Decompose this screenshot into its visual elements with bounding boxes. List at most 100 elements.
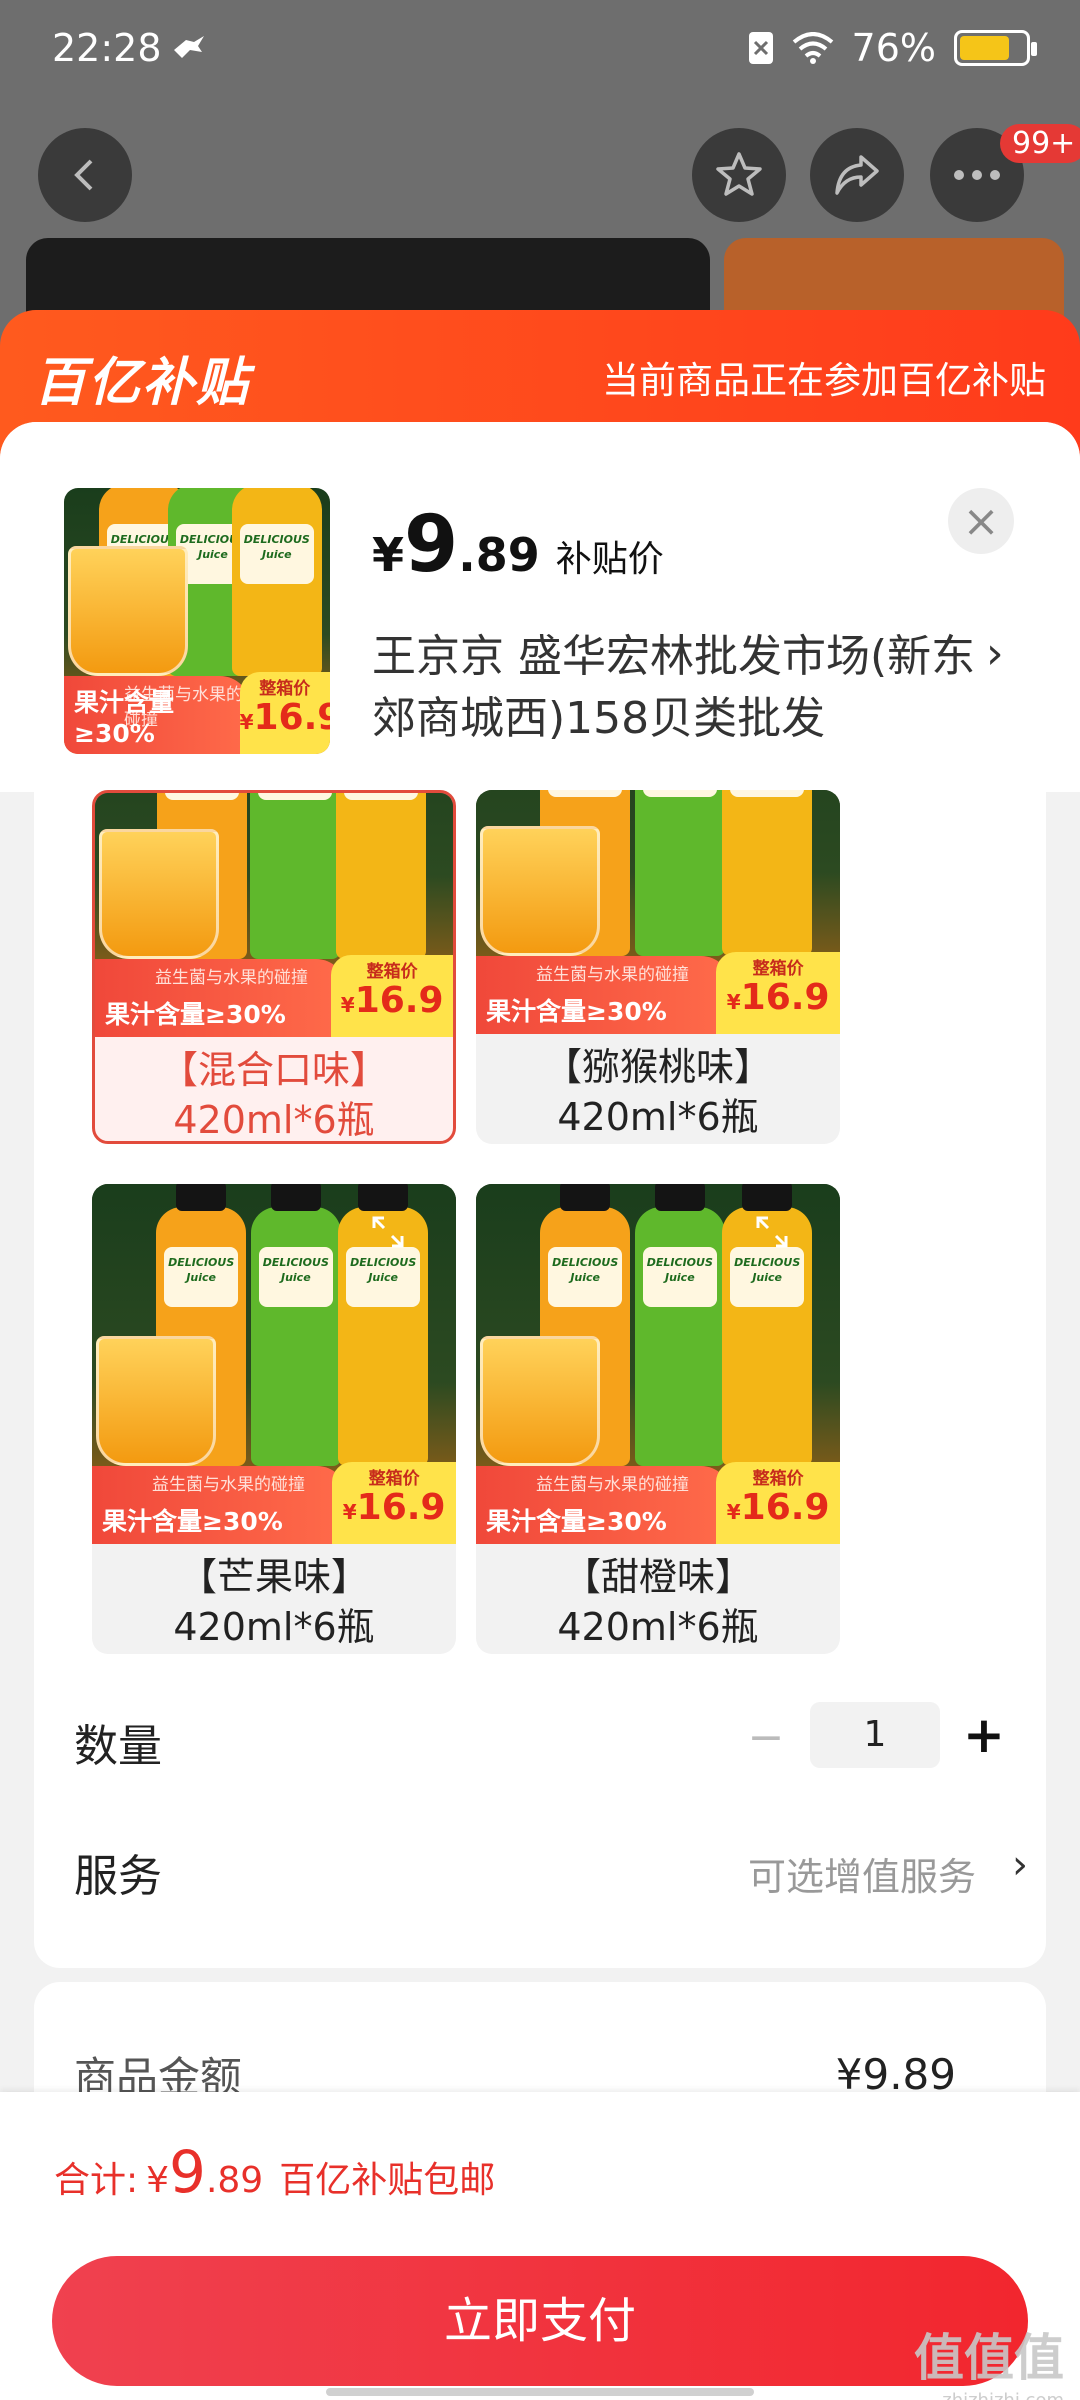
variant-option-mango[interactable]: DELICIOUS Juice DELICIOUS Juice DELICIOUS … <box>92 1184 456 1654</box>
promo-juice-content: 益生菌与水果的碰撞 果汁含量≥30% <box>92 1466 347 1544</box>
chevron-right-icon[interactable]: › <box>986 628 1004 679</box>
message-badge: 99+ <box>1000 124 1080 163</box>
variant-name: 【猕猴桃味】 <box>543 1045 772 1089</box>
subsidy-price: ¥ 9 .89 补贴价 <box>372 500 664 590</box>
selected-product-thumbnail: DELICIOUS JuiceDELICIOUS JuiceDELICIOUS … <box>64 488 330 754</box>
bottle-label: DELICIOUS Juice <box>346 1246 421 1307</box>
variant-name: 【混合口味】 <box>159 1048 388 1092</box>
promo-tagline: 益生菌与水果的碰撞 <box>152 1475 305 1495</box>
bottle-label: DELICIOUS Juice <box>548 790 623 797</box>
juice-glass <box>99 829 219 959</box>
promo-box-label: 整箱价 <box>752 1469 804 1489</box>
promo-box-label: 整箱价 <box>259 679 311 699</box>
bottle-label: DELICIOUS Juice <box>730 790 805 797</box>
bottle-label: DELICIOUS Juice <box>239 524 314 585</box>
service-label: 服务 <box>74 1851 162 1902</box>
quantity-decrease-button[interactable]: − <box>746 1712 786 1763</box>
variant-image: DELICIOUS Juice DELICIOUS Juice DELICIOUS … <box>476 790 840 1034</box>
price-currency: ¥ <box>372 528 405 582</box>
promo-tagline: 益生菌与水果的碰撞 <box>155 968 308 988</box>
juice-bottle: DELICIOUS Juice <box>634 790 725 956</box>
quantity-increase-button[interactable]: + <box>962 1702 1006 1768</box>
juice-product-illustration: DELICIOUS JuiceDELICIOUS JuiceDELICIOUS … <box>95 793 453 1037</box>
status-bar: 22:28 76% <box>0 0 1080 100</box>
variant-image: DELICIOUS JuiceDELICIOUS JuiceDELICIOUS … <box>95 793 453 1037</box>
bottle-label: DELICIOUS Juice <box>344 793 419 800</box>
promo-box-price: 整箱价 ¥16.9 <box>239 672 330 754</box>
bottle-cap <box>358 1184 409 1211</box>
bottle-label: DELICIOUS Juice <box>730 1246 805 1307</box>
juice-bottle: DELICIOUS Juice <box>336 793 427 959</box>
quantity-label: 数量 <box>74 1721 162 1772</box>
promo-juice-content: 益生菌与水果的碰撞 果汁含量≥30% <box>95 959 346 1037</box>
promo-main-text: 果汁含量≥30% <box>74 688 175 748</box>
promo-box-price: 整箱价 ¥16.9 <box>716 952 840 1034</box>
promo-box-value: ¥16.9 <box>239 697 330 738</box>
bottle-cap <box>560 1184 611 1211</box>
juice-glass <box>96 1336 216 1466</box>
sheet-header: DELICIOUS JuiceDELICIOUS JuiceDELICIOUS … <box>0 422 1080 792</box>
bottle-cap <box>270 1184 321 1211</box>
notification-bird-icon <box>174 36 204 58</box>
quantity-input[interactable]: 1 <box>810 1702 940 1768</box>
chevron-right-icon[interactable]: › <box>1012 1842 1028 1888</box>
bottle-label: DELICIOUS Juice <box>642 1246 717 1307</box>
service-option[interactable]: 可选增值服务 <box>748 1846 976 1901</box>
watermark-logo: 值值值 <box>914 2329 1064 2387</box>
wifi-icon <box>792 32 833 64</box>
promo-box-value: ¥16.9 <box>726 1487 830 1528</box>
total-decimal: .89 <box>205 2160 264 2201</box>
variant-spec: 420ml*6瓶 <box>557 1605 759 1649</box>
bottle-label: DELICIOUS Juice <box>642 790 717 797</box>
back-button[interactable] <box>38 128 132 222</box>
bottle-cap <box>742 1184 793 1211</box>
variant-name: 【芒果味】 <box>178 1555 369 1599</box>
promo-tagline: 益生菌与水果的碰撞 <box>536 965 689 985</box>
bottle-label: DELICIOUS Juice <box>258 793 333 800</box>
expand-icon[interactable] <box>370 1214 406 1250</box>
juice-glass <box>480 1336 600 1466</box>
watermark: 值值值 zhizhizhi.com <box>914 2318 1064 2400</box>
sim-icon <box>748 32 773 64</box>
status-time: 22:28 <box>52 26 162 70</box>
variant-option-mixed[interactable]: DELICIOUS Juice DELICIOUS Juice DELICIOUS … <box>92 790 456 1144</box>
variant-spec: 420ml*6瓶 <box>173 1605 375 1649</box>
variant-option-kiwi[interactable]: DELICIOUS Juice DELICIOUS Juice DELICIOUS … <box>476 790 840 1144</box>
juice-bottle: DELICIOUS Juice <box>722 790 813 956</box>
promo-strip: 益生菌与水果的碰撞 果汁含量≥30% 整箱价 ¥16.9 <box>92 1462 456 1544</box>
total-price: 合计: ¥ 9 .89 百亿补贴包邮 <box>54 2138 495 2206</box>
juice-product-illustration: DELICIOUS JuiceDELICIOUS JuiceDELICIOUS … <box>64 488 330 754</box>
share-icon <box>835 155 879 195</box>
seller-info[interactable]: 王京京 盛华宏林批发市场(新东郊商城西)158贝类批发 <box>372 626 982 750</box>
pay-now-button[interactable]: 立即支付 <box>52 2256 1028 2386</box>
juice-product-illustration: DELICIOUS Juice DELICIOUS Juice DELICIOUS … <box>476 790 840 1034</box>
total-note: 百亿补贴包邮 <box>279 2160 496 2201</box>
bottle-cap <box>176 1184 227 1211</box>
chevron-left-icon <box>74 159 93 191</box>
home-indicator[interactable] <box>326 2388 754 2396</box>
bottle-label: DELICIOUS Juice <box>258 1246 333 1307</box>
promo-strip: 益生菌与水果的碰撞果汁含量≥30% 整箱价 ¥16.9 <box>476 952 840 1034</box>
promo-box-price: 整箱价 ¥16.9 <box>716 1462 840 1544</box>
juice-glass <box>68 546 188 676</box>
expand-icon[interactable] <box>754 1214 790 1250</box>
promo-box-price: 整箱价 ¥16.9 <box>331 955 453 1037</box>
juice-bottle: DELICIOUS Juice <box>250 1184 341 1466</box>
promo-tagline: 益生菌与水果的碰撞 <box>536 1475 689 1495</box>
watermark-url: zhizhizhi.com <box>914 2390 1064 2400</box>
promo-juice-content: 益生菌与水果的碰撞 果汁含量≥30% <box>64 676 251 754</box>
close-button[interactable]: × <box>948 488 1014 554</box>
promo-main-text: 果汁含量≥30% <box>486 997 667 1026</box>
promo-box-label: 整箱价 <box>366 962 418 982</box>
bottle-label: DELICIOUS Juice <box>164 1246 239 1307</box>
favorite-button[interactable] <box>692 128 786 222</box>
variant-image: DELICIOUS JuiceDELICIOUS JuiceDELICIOUS … <box>476 1184 840 1544</box>
promo-box-value: ¥16.9 <box>340 980 444 1021</box>
promo-strip: 益生菌与水果的碰撞 果汁含量≥30% 整箱价 ¥16.9 <box>95 955 453 1037</box>
variant-spec: 420ml*6瓶 <box>557 1095 759 1139</box>
variant-option-orange[interactable]: DELICIOUS Juice DELICIOUS Juice DELICIOUS … <box>476 1184 840 1654</box>
subsidy-message: 当前商品正在参加百亿补贴 <box>602 359 1046 402</box>
promo-box-label: 整箱价 <box>752 959 804 979</box>
promo-box-value: ¥16.9 <box>726 977 830 1018</box>
share-button[interactable] <box>810 128 904 222</box>
